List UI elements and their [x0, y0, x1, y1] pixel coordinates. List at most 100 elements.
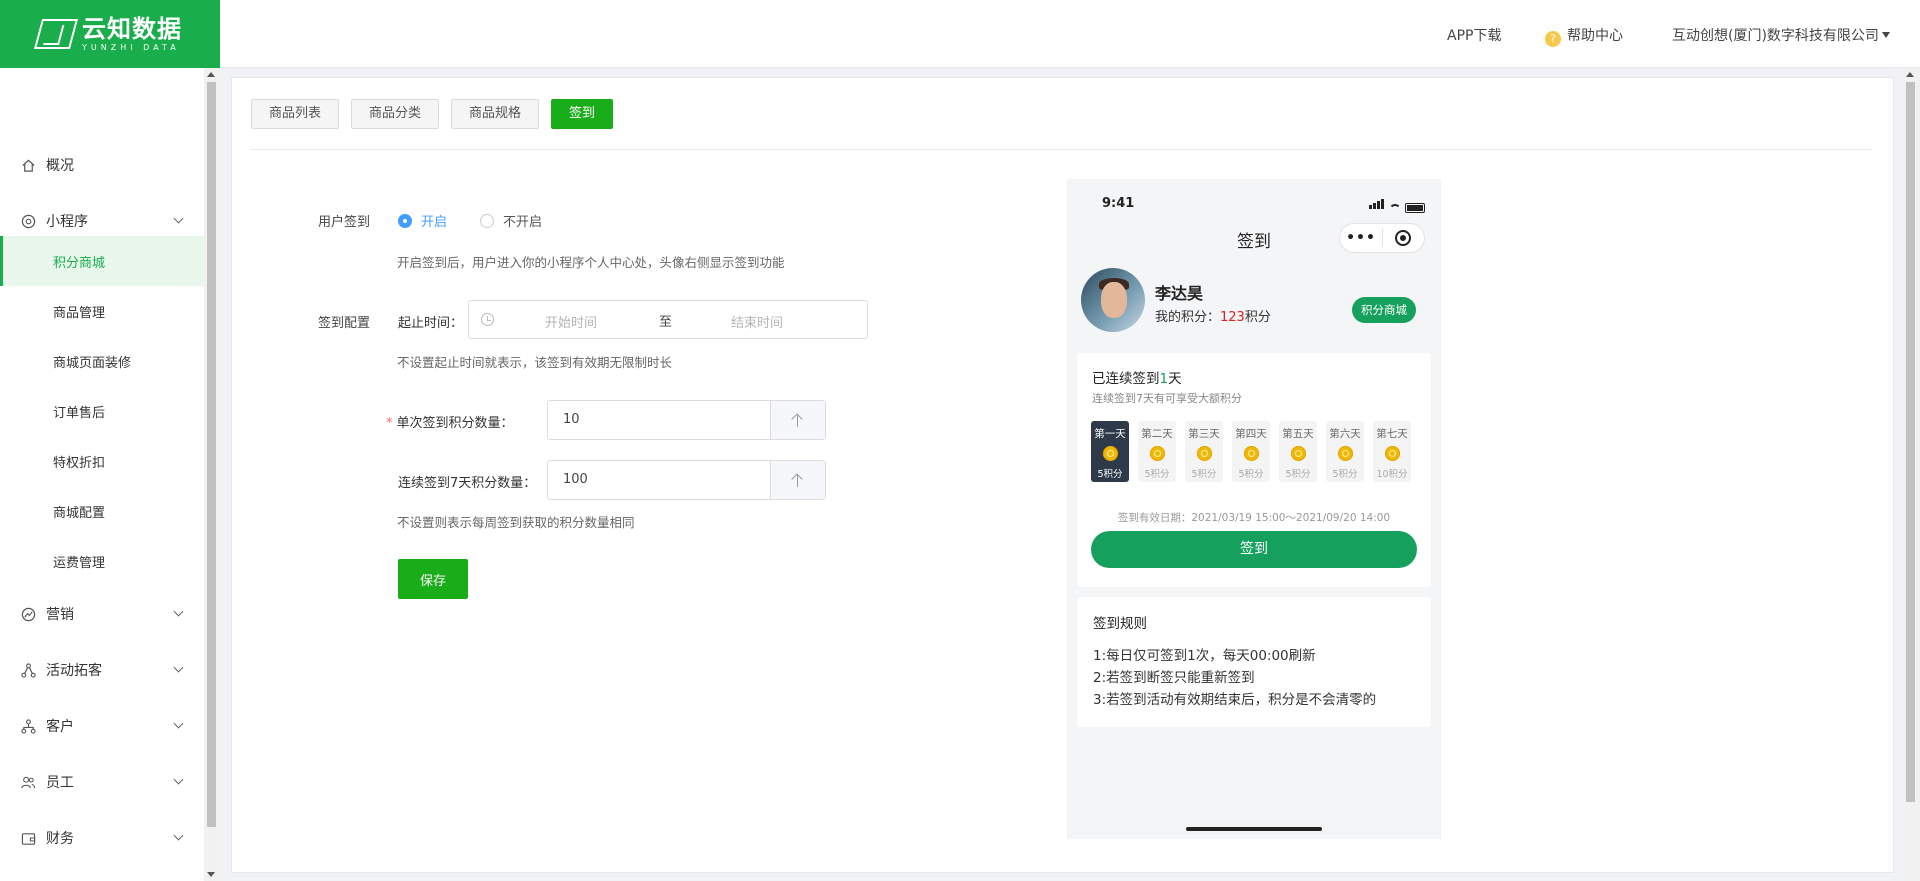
- sidebar: 概况 小程序 商城 积分商城 商品管理 商城页面装修 订单售后 特权折扣 商城配…: [0, 68, 204, 881]
- signal-icon: [1369, 198, 1385, 213]
- streak-suffix: 天: [1168, 371, 1182, 387]
- rules-title: 签到规则: [1093, 616, 1147, 632]
- scroll-up-arrow-icon[interactable]: [207, 72, 215, 77]
- radio-enable[interactable]: 开启: [398, 211, 447, 230]
- sidebar-item-staff[interactable]: 员工: [0, 757, 204, 807]
- day-name: 第七天: [1376, 428, 1408, 440]
- day-points: 5积分: [1332, 469, 1358, 480]
- day-points: 5积分: [1285, 469, 1311, 480]
- day-name: 第五天: [1282, 428, 1314, 440]
- sidebar-item-finance[interactable]: 财务: [0, 813, 204, 863]
- rule-item: 1:每日仅可签到1次，每天00:00刷新: [1093, 648, 1316, 664]
- coin-icon: [1149, 446, 1165, 461]
- rules-card: 签到规则 1:每日仅可签到1次，每天00:00刷新 2:若签到断签只能重新签到 …: [1077, 597, 1431, 727]
- sidebar-item-label: 概况: [46, 158, 74, 174]
- seven-points-stepper[interactable]: 100: [547, 460, 826, 500]
- chevron-down-icon: [173, 606, 184, 617]
- help-icon: ?: [1545, 31, 1561, 47]
- sidebar-item-activities[interactable]: 活动拓客: [0, 645, 204, 695]
- sidebar-item-label: 营销: [46, 607, 74, 623]
- sidebar-item-overview[interactable]: 概况: [0, 140, 204, 190]
- radio-dot: [398, 213, 412, 228]
- radio-disable-label: 不开启: [503, 215, 543, 230]
- day-card: 第一天 5积分: [1091, 421, 1129, 482]
- validity-text: 签到有效日期：2021/03/19 15:00～2021/09/20 14:00: [1117, 512, 1391, 524]
- day-card: 第六天 5积分: [1326, 421, 1364, 482]
- sidebar-scrollbar[interactable]: [204, 68, 219, 881]
- clock-icon: [481, 313, 494, 326]
- signin-button[interactable]: 签到: [1091, 531, 1417, 568]
- single-points-stepper[interactable]: 10: [547, 400, 826, 440]
- period-label: 起止时间：: [398, 316, 464, 331]
- day-card: 第五天 5积分: [1279, 421, 1317, 482]
- sidebar-item-label: 员工: [46, 775, 74, 791]
- top-bar: APP下载 ? 帮助中心 互动创想(厦门)数字科技有限公司: [220, 0, 1920, 68]
- miniprogram-capsule[interactable]: •••: [1339, 223, 1425, 253]
- date-range-picker[interactable]: 开始时间 至 结束时间: [468, 300, 868, 339]
- caret-down-icon: [1881, 32, 1890, 38]
- app-download-link[interactable]: APP下载: [1447, 25, 1501, 45]
- radio-disable[interactable]: 不开启: [480, 211, 542, 230]
- home-indicator: [1186, 827, 1322, 831]
- points-value: 123: [1220, 310, 1245, 325]
- sidebar-sub-discount[interactable]: 特权折扣: [0, 436, 204, 486]
- streak-card: 已连续签到1天 连续签到7天有可享受大额积分 第一天 5积分 第二天 5积分 第三天…: [1077, 353, 1431, 587]
- seven-points-value[interactable]: 100: [563, 472, 588, 487]
- coin-icon: [1290, 446, 1306, 461]
- main-scrollbar[interactable]: [1901, 68, 1920, 881]
- points-suffix: 积分: [1244, 310, 1271, 325]
- sidebar-item-label: 活动拓客: [46, 663, 102, 679]
- day-name: 第六天: [1329, 428, 1361, 440]
- wallet-icon: [20, 830, 36, 846]
- period-hint: 不设置起止时间就表示，该签到有效期无限制时长: [397, 355, 673, 370]
- home-icon: [20, 157, 36, 173]
- coin-icon: [1337, 446, 1353, 461]
- sidebar-sub-config[interactable]: 商城配置: [0, 486, 204, 536]
- day-name: 第四天: [1235, 428, 1267, 440]
- sidebar-scroll-thumb[interactable]: [207, 82, 216, 827]
- battery-icon: [1405, 203, 1425, 213]
- increment-arrow-icon[interactable]: [770, 461, 825, 499]
- help-center-link[interactable]: ? 帮助中心: [1545, 25, 1623, 47]
- day-card: 第四天 5积分: [1232, 421, 1270, 482]
- miniprogram-icon: [20, 213, 36, 229]
- tabs-divider: [250, 149, 1872, 150]
- day-points: 5积分: [1238, 469, 1264, 480]
- sidebar-sub-decoration[interactable]: 商城页面装修: [0, 336, 204, 386]
- sidebar-item-label: 财务: [46, 831, 74, 847]
- day-card: 第二天 5积分: [1138, 421, 1176, 482]
- single-points-value[interactable]: 10: [563, 412, 580, 427]
- sidebar-item-customers[interactable]: 客户: [0, 701, 204, 751]
- start-time-input[interactable]: 开始时间: [545, 312, 597, 331]
- chevron-down-icon: [173, 718, 184, 729]
- tab-goods-category[interactable]: 商品分类: [351, 99, 440, 129]
- close-target-icon[interactable]: [1383, 230, 1424, 246]
- scroll-down-arrow-icon[interactable]: [207, 872, 215, 877]
- logo-mark-icon: [33, 19, 79, 49]
- increment-arrow-icon[interactable]: [770, 401, 825, 439]
- tab-signin[interactable]: 签到: [551, 99, 614, 129]
- more-icon[interactable]: •••: [1340, 230, 1382, 246]
- scroll-up-arrow-icon[interactable]: [1906, 72, 1914, 77]
- staff-icon: [20, 774, 36, 790]
- phone-preview: 9:41 签到 ••• 李达昊 我的积分：123积分 积分商城 已连续签到1天 …: [1067, 179, 1441, 839]
- streak-title: 已连续签到1天: [1092, 367, 1182, 387]
- range-separator: 至: [659, 315, 673, 330]
- tab-goods-list[interactable]: 商品列表: [251, 99, 340, 129]
- company-switcher[interactable]: 互动创想(厦门)数字科技有限公司: [1672, 25, 1890, 45]
- sidebar-sub-after-sales[interactable]: 订单售后: [0, 386, 204, 436]
- network-icon: [20, 662, 36, 678]
- end-time-input[interactable]: 结束时间: [731, 312, 783, 331]
- points-hint: 不设置则表示每周签到获取的积分数量相同: [397, 515, 635, 530]
- tab-goods-spec[interactable]: 商品规格: [451, 99, 540, 129]
- main-scroll-thumb[interactable]: [1906, 82, 1915, 802]
- sidebar-sub-goods[interactable]: 商品管理: [0, 286, 204, 336]
- points-prefix: 我的积分：: [1155, 310, 1221, 325]
- sidebar-sub-shipping[interactable]: 运费管理: [0, 536, 204, 586]
- points-mall-button[interactable]: 积分商城: [1352, 297, 1416, 323]
- brand-subtitle: YUNZHI DATA: [82, 42, 180, 52]
- brand-logo[interactable]: 云知数据 YUNZHI DATA: [0, 0, 220, 68]
- save-button[interactable]: 保存: [398, 559, 468, 599]
- sidebar-sub-points-mall[interactable]: 积分商城: [0, 236, 204, 286]
- sidebar-item-marketing[interactable]: 营销: [0, 589, 204, 639]
